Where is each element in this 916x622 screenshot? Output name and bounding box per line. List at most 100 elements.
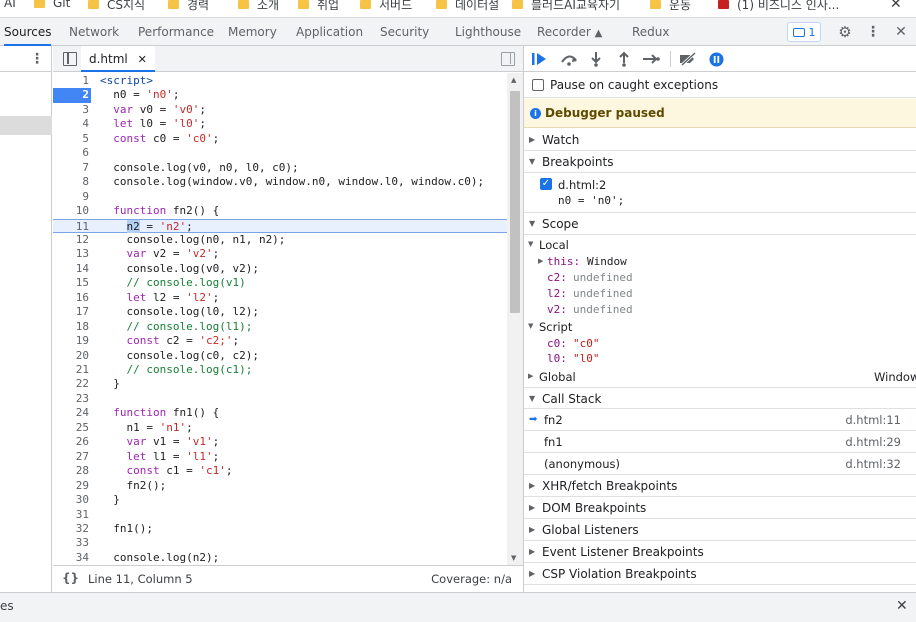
triangle-right-icon[interactable]: ▶: [528, 372, 533, 380]
scope-var-key[interactable]: l2:: [547, 287, 567, 300]
bookmark-data[interactable]: 데이터설: [436, 0, 499, 13]
file-tab-d-html[interactable]: d.html ✕: [81, 46, 155, 72]
line-number[interactable]: 14: [53, 262, 91, 276]
toggle-debugger-icon[interactable]: [501, 52, 515, 66]
line-number[interactable]: 27: [53, 450, 91, 464]
event-listener-breakpoints-section[interactable]: ▶ Event Listener Breakpoints: [524, 541, 916, 563]
line-number[interactable]: 22: [53, 377, 91, 391]
coverage-status[interactable]: Coverage: n/a: [431, 572, 512, 586]
tab-lighthouse[interactable]: Lighthouse: [455, 18, 521, 46]
tab-sources[interactable]: Sources: [4, 18, 52, 46]
line-number[interactable]: 24: [53, 406, 91, 420]
pause-on-exceptions-icon[interactable]: [708, 51, 724, 67]
scope-this-key[interactable]: this:: [547, 255, 580, 268]
line-number[interactable]: 7: [53, 161, 91, 175]
bookmark-business[interactable]: (1) 비즈니스 인사...: [718, 0, 839, 13]
line-number[interactable]: 19: [53, 334, 91, 348]
issues-badge[interactable]: 1: [787, 22, 821, 42]
code-line[interactable]: 12 console.log(n0, n1, n2);: [53, 233, 507, 247]
line-number[interactable]: 28: [53, 464, 91, 478]
scroll-down-icon[interactable]: ▼: [511, 554, 516, 562]
bookmark-ai[interactable]: AI: [4, 0, 16, 10]
code-line[interactable]: 5 const c0 = 'c0';: [53, 132, 507, 146]
line-number[interactable]: 21: [53, 363, 91, 377]
call-frame[interactable]: fn1 d.html:29: [524, 431, 916, 453]
code-line[interactable]: 21 // console.log(c1);: [53, 363, 507, 377]
code-line[interactable]: 26 var v1 = 'v1';: [53, 435, 507, 449]
breakpoint-checkbox[interactable]: ✓: [540, 178, 552, 190]
code-line[interactable]: 3 var v0 = 'v0';: [53, 103, 507, 117]
script-scope-label[interactable]: Script: [539, 320, 572, 334]
scope-var-key[interactable]: l0:: [547, 352, 567, 365]
bookmark-exercise[interactable]: 운동: [650, 0, 691, 13]
line-number[interactable]: 11: [53, 220, 91, 234]
bookmark-ai-edu[interactable]: 블러드AI교육자기: [512, 0, 620, 13]
tab-recorder[interactable]: Recorder ▲: [537, 18, 602, 46]
line-number[interactable]: 33: [53, 536, 91, 550]
call-frame-active[interactable]: ➡ fn2 d.html:11: [524, 409, 916, 431]
triangle-right-icon[interactable]: ▶: [538, 257, 543, 265]
toggle-navigator-icon[interactable]: [63, 52, 77, 66]
code-line[interactable]: 6: [53, 146, 507, 160]
code-line[interactable]: 34 console.log(n2);: [53, 551, 507, 565]
tab-network[interactable]: Network: [69, 18, 119, 46]
close-icon[interactable]: ✕: [890, 0, 902, 12]
breakpoints-section[interactable]: ▼ Breakpoints: [524, 151, 916, 173]
step-over-icon[interactable]: [558, 51, 580, 67]
code-line[interactable]: 16 let l2 = 'l2';: [53, 291, 507, 305]
code-line[interactable]: 33: [53, 536, 507, 550]
code-line[interactable]: 1 <script>: [53, 74, 507, 88]
code-line[interactable]: 2 n0 = 'n0';: [53, 88, 507, 103]
tab-application[interactable]: Application: [296, 18, 363, 46]
deactivate-breakpoints-icon[interactable]: [678, 51, 698, 67]
csp-violation-breakpoints-section[interactable]: ▶ CSP Violation Breakpoints: [524, 563, 916, 585]
bookmark-career[interactable]: 경력: [168, 0, 209, 13]
resume-icon[interactable]: [530, 51, 550, 67]
breakpoint-marker[interactable]: 2: [53, 88, 91, 103]
line-number[interactable]: 16: [53, 291, 91, 305]
triangle-down-icon[interactable]: ▼: [528, 322, 533, 330]
breakpoint-file[interactable]: d.html:2: [558, 178, 606, 192]
code-line[interactable]: 14 console.log(v0, v2);: [53, 262, 507, 276]
code-line[interactable]: 23: [53, 392, 507, 406]
step-out-icon[interactable]: [616, 51, 632, 67]
line-number[interactable]: 18: [53, 320, 91, 334]
tab-performance[interactable]: Performance: [138, 18, 214, 46]
code-line[interactable]: 15 // console.log(v1): [53, 276, 507, 290]
triangle-down-icon[interactable]: ▼: [528, 240, 533, 248]
close-devtools-icon[interactable]: ✕: [892, 23, 910, 41]
breakpoint-code[interactable]: n0 = 'n0';: [558, 194, 624, 207]
global-listeners-section[interactable]: ▶ Global Listeners: [524, 519, 916, 541]
line-number[interactable]: 5: [53, 132, 91, 146]
code-line[interactable]: 24 function fn1() {: [53, 406, 507, 420]
code-line[interactable]: 19 const c2 = 'c2;';: [53, 334, 507, 348]
code-line[interactable]: 27 let l1 = 'l1';: [53, 450, 507, 464]
line-number[interactable]: 13: [53, 247, 91, 261]
code-line[interactable]: 32 fn1();: [53, 522, 507, 536]
drawer-tab-label[interactable]: es: [0, 599, 14, 613]
bookmark-job[interactable]: 취업: [298, 0, 339, 13]
navigator-menu-icon[interactable]: ⋮: [28, 49, 46, 69]
scope-var-key[interactable]: v2:: [547, 303, 567, 316]
line-number[interactable]: 3: [53, 103, 91, 117]
code-line[interactable]: 10 function fn2() {: [53, 204, 507, 218]
code-line[interactable]: 31: [53, 508, 507, 522]
tab-redux[interactable]: Redux: [632, 18, 670, 46]
tab-memory[interactable]: Memory: [228, 18, 277, 46]
line-number[interactable]: 15: [53, 276, 91, 290]
code-line[interactable]: 18 // console.log(l1);: [53, 320, 507, 334]
code-line[interactable]: 8 console.log(window.v0, window.n0, wind…: [53, 175, 507, 189]
close-tab-icon[interactable]: ✕: [138, 53, 147, 66]
bookmark-cs[interactable]: CS지식: [88, 0, 145, 13]
code-line[interactable]: 30 }: [53, 493, 507, 507]
code-line[interactable]: 28 const c1 = 'c1';: [53, 464, 507, 478]
code-line[interactable]: 17 console.log(l0, l2);: [53, 305, 507, 319]
selected-file-row[interactable]: [0, 116, 52, 135]
watch-section[interactable]: ▶ Watch: [524, 129, 916, 151]
line-number[interactable]: 9: [53, 190, 91, 204]
code-line[interactable]: 20 console.log(c0, c2);: [53, 349, 507, 363]
tab-security[interactable]: Security: [380, 18, 429, 46]
scope-section[interactable]: ▼ Scope: [524, 213, 916, 235]
editor-scrollbar[interactable]: ▲ ▼: [507, 73, 523, 565]
scope-var-key[interactable]: c2:: [547, 271, 567, 284]
